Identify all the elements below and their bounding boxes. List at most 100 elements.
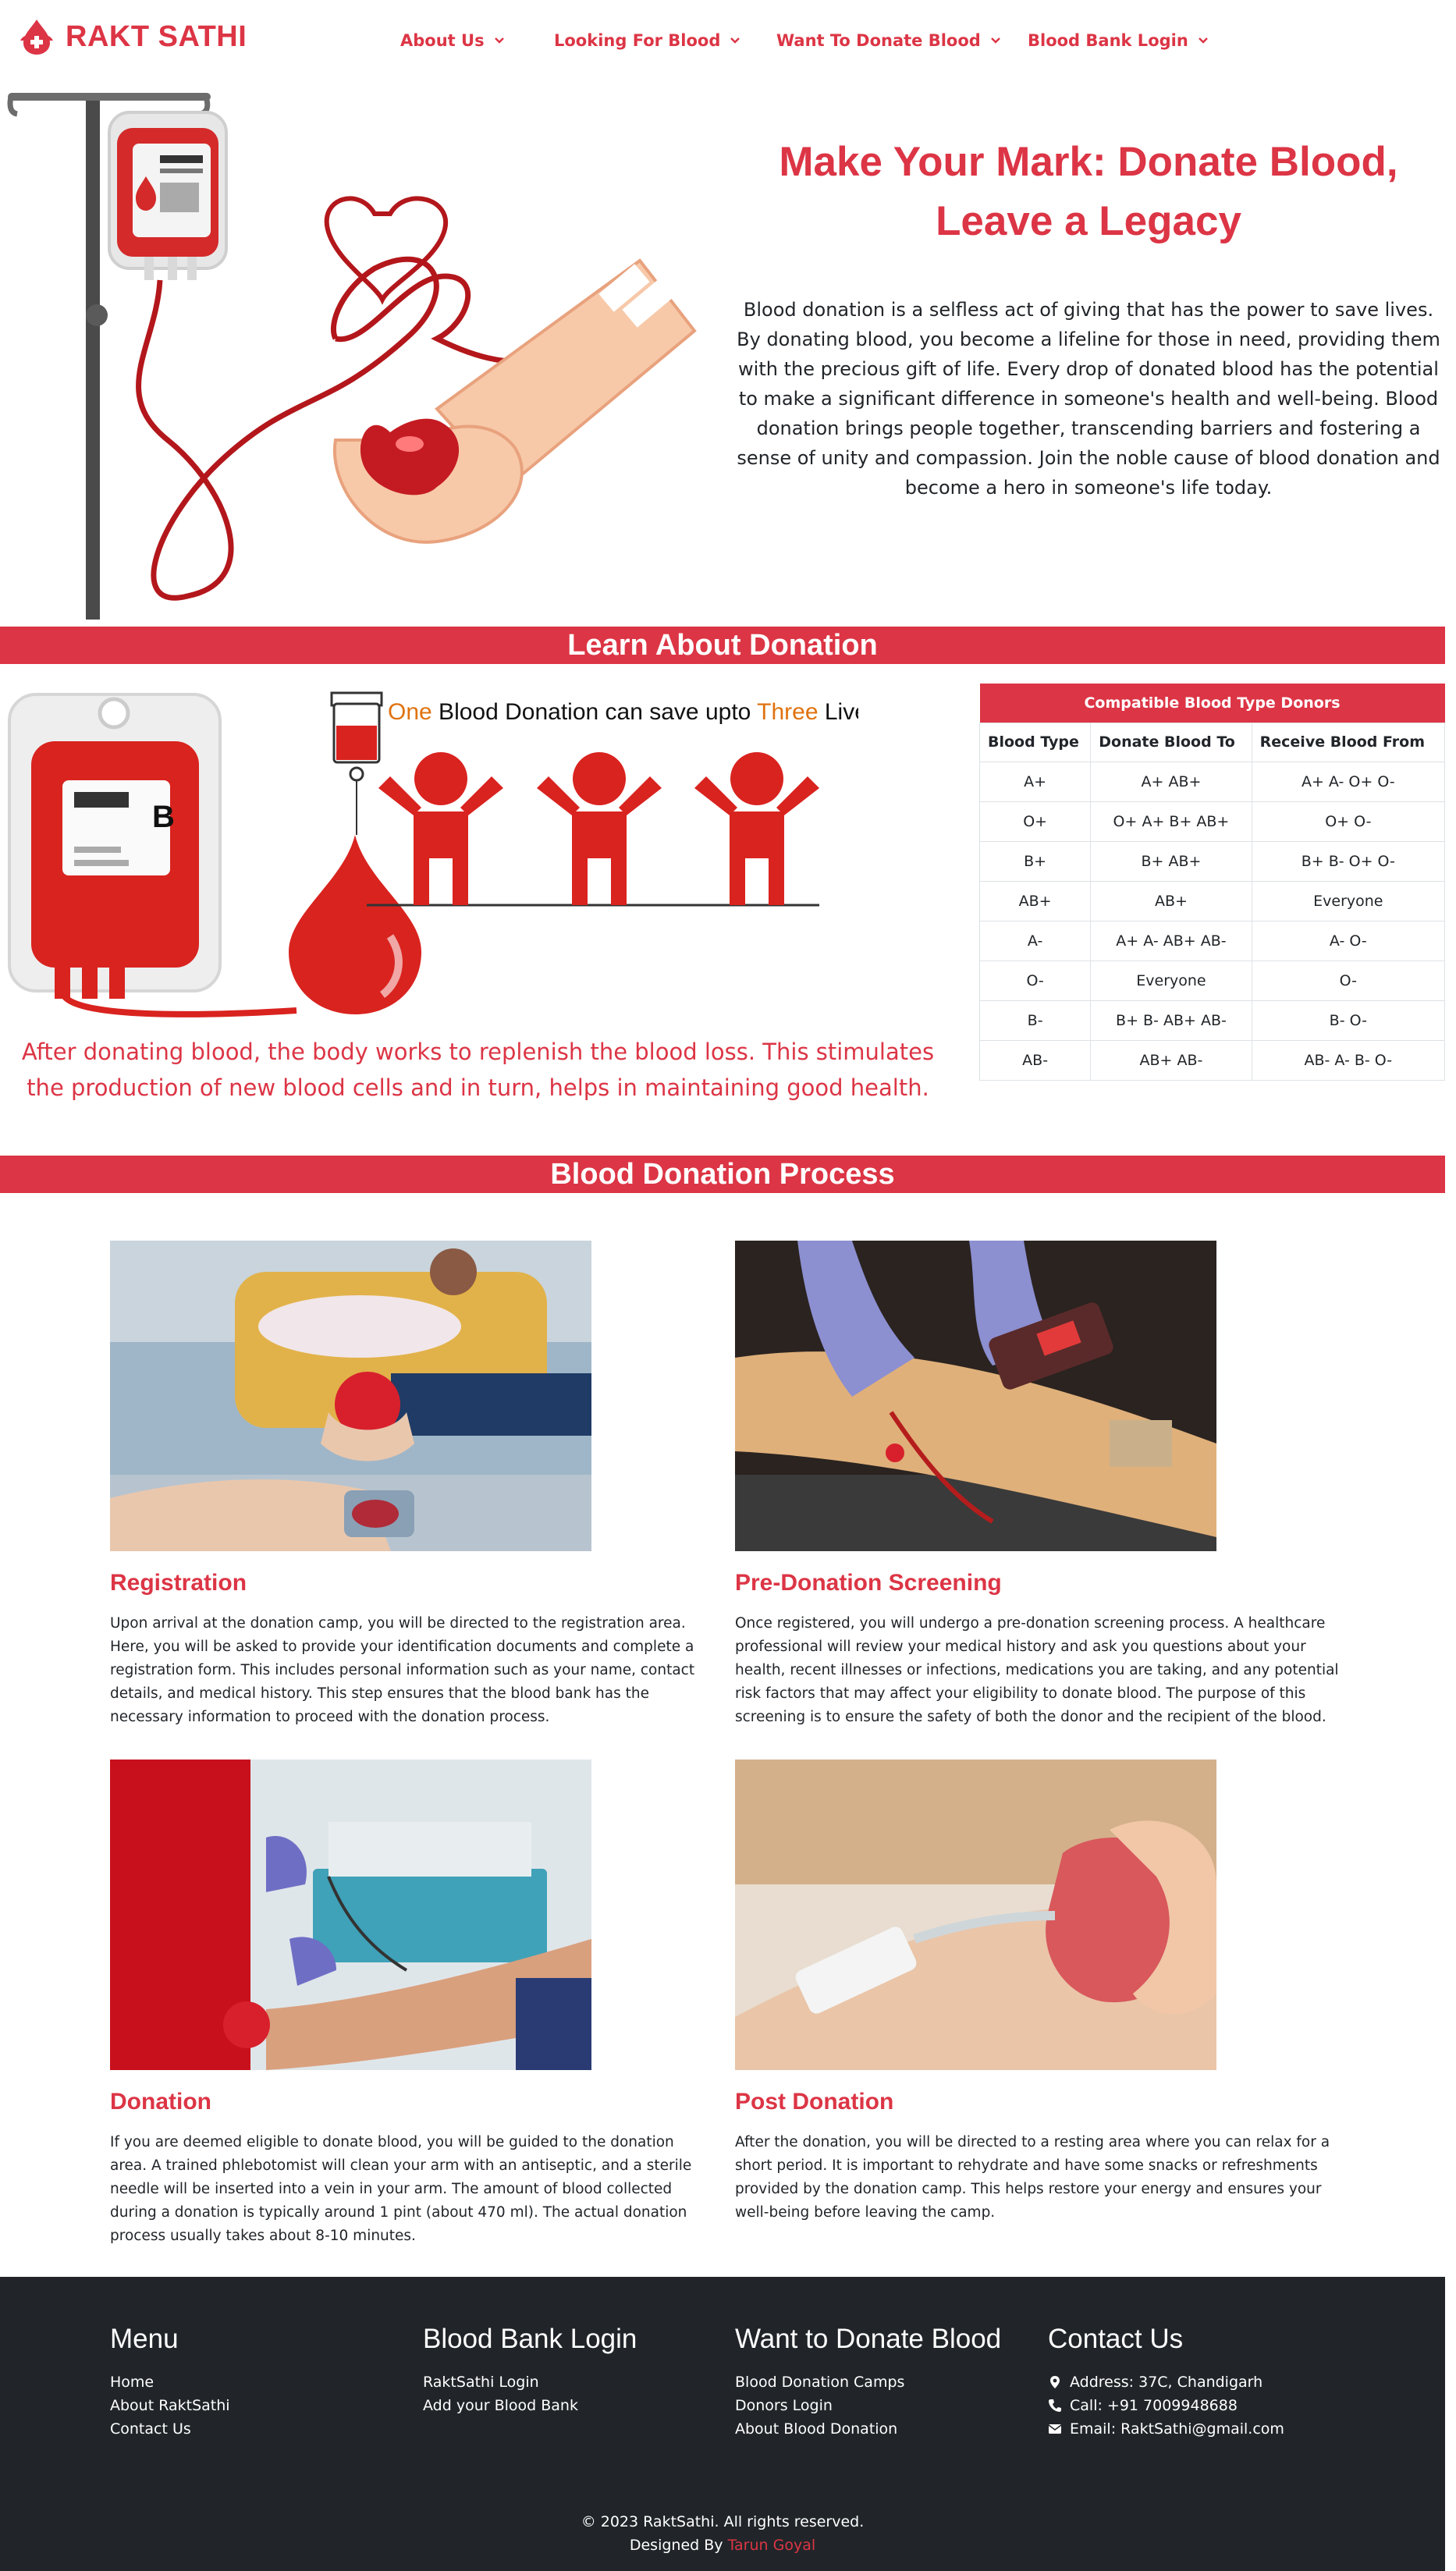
footer-menu-column: Menu Home About RaktSathi Contact Us <box>110 2324 230 2441</box>
table-row: B+ B+ AB+ B+ B- O+ O- <box>978 840 1446 882</box>
step-text-donation: If you are deemed eligible to donate blo… <box>110 2134 692 2244</box>
envelope-icon <box>1048 2424 1062 2434</box>
infographic-word-one: One <box>388 699 432 725</box>
table-cell: B+ B- O+ O- <box>1251 840 1446 882</box>
post-donation-photo <box>735 1760 1216 2070</box>
table-row: AB+ AB+ Everyone <box>978 880 1446 922</box>
table-cell: Everyone <box>1090 960 1252 1001</box>
hero-title: Make Your Mark: Donate Blood, Leave a Le… <box>779 139 1398 244</box>
table-cell: AB+ AB- <box>1090 1039 1252 1081</box>
step-title-post-donation: Post Donation <box>735 2089 894 2115</box>
learn-about-donation-heading: Learn About Donation <box>0 627 1445 664</box>
hero-illustration <box>7 93 697 620</box>
footer-menu-title: Menu <box>110 2324 179 2354</box>
footer-donate-title: Want to Donate Blood <box>735 2324 1002 2354</box>
step-text-pre-donation-screening: Once registered, you will undergo a pre-… <box>735 1615 1339 1725</box>
designed-by-label: Designed By <box>629 2537 728 2554</box>
nav-looking-for-blood-label: Looking For Blood <box>554 31 721 50</box>
table-cell: AB+ <box>978 880 1092 922</box>
footer-address: Address: 37C, Chandigarh <box>1048 2370 1284 2394</box>
table-cell: O- <box>978 960 1092 1001</box>
footer-link-add-blood-bank[interactable]: Add your Blood Bank <box>423 2394 637 2417</box>
step-title-registration: Registration <box>110 1570 247 1596</box>
brand-link[interactable]: RAKT SATHI <box>19 17 247 56</box>
table-caption: Compatible Blood Type Donors <box>979 684 1445 723</box>
blood-type-table: Compatible Blood Type Donors Blood Type … <box>978 684 1446 1081</box>
table-cell: B- O- <box>1251 1000 1446 1041</box>
table-cell: B+ <box>978 840 1092 882</box>
footer-copyright: © 2023 RaktSathi. All rights reserved. D… <box>0 2510 1445 2557</box>
table-cell: O+ A+ B+ AB+ <box>1090 801 1252 842</box>
chevron-down-icon <box>494 37 504 44</box>
footer-link-about-blood-donation[interactable]: About Blood Donation <box>735 2417 1001 2441</box>
nav-looking-for-blood[interactable]: Looking For Blood <box>554 31 740 50</box>
step-title-pre-donation-screening: Pre-Donation Screening <box>735 1570 1002 1596</box>
navbar: RAKT SATHI About Us Looking For Blood Wa… <box>0 0 1456 81</box>
table-cell: A+ AB+ <box>1090 761 1252 802</box>
table-row: A+ A+ AB+ A+ A- O+ O- <box>978 761 1446 802</box>
footer-link-raktsathi-login[interactable]: RaktSathi Login <box>423 2370 637 2394</box>
nav-blood-bank-login[interactable]: Blood Bank Login <box>1028 31 1209 50</box>
table-cell: AB+ <box>1090 880 1252 922</box>
footer-donate-column: Want to Donate Blood Blood Donation Camp… <box>735 2324 1001 2441</box>
nav-about-us[interactable]: About Us <box>400 31 505 50</box>
chevron-down-icon <box>1198 37 1208 44</box>
table-cell: A+ <box>978 761 1092 802</box>
step-title-donation: Donation <box>110 2089 211 2115</box>
table-row: O- Everyone O- <box>978 960 1446 1001</box>
hero-description: Blood donation is a selfless act of givi… <box>737 299 1440 499</box>
phone-icon <box>1049 2399 1061 2412</box>
infographic-end-text: Lives <box>819 699 858 725</box>
svg-text:One Blood Donation can save up: One Blood Donation can save upto Three L… <box>388 699 858 725</box>
footer-bank-title: Blood Bank Login <box>423 2324 637 2354</box>
learn-caption: After donating blood, the body works to … <box>21 1039 935 1101</box>
table-cell: B+ AB+ <box>1090 840 1252 882</box>
designer-link[interactable]: Tarun Goyal <box>728 2537 816 2554</box>
chevron-down-icon <box>990 37 1000 44</box>
footer-link-about[interactable]: About RaktSathi <box>110 2394 230 2417</box>
footer-link-donors-login[interactable]: Donors Login <box>735 2394 1001 2417</box>
footer-link-donation-camps[interactable]: Blood Donation Camps <box>735 2370 1001 2394</box>
designed-by-line: Designed By Tarun Goyal <box>0 2534 1445 2557</box>
bag-blood-type-label: B <box>152 800 175 834</box>
footer-link-contact[interactable]: Contact Us <box>110 2417 230 2441</box>
pre-donation-screening-photo <box>735 1241 1216 1551</box>
footer-email[interactable]: Email: RaktSathi@gmail.com <box>1048 2417 1284 2441</box>
footer-bank-column: Blood Bank Login RaktSathi Login Add you… <box>423 2324 637 2417</box>
table-header-blood-type: Blood Type <box>978 722 1092 762</box>
blood-drop-logo-icon <box>20 20 53 55</box>
infographic-middle-text: Blood Donation can save upto <box>432 699 757 725</box>
footer-contact-title: Contact Us <box>1048 2324 1184 2354</box>
table-row: B- B+ B- AB+ AB- B- O- <box>978 1000 1446 1041</box>
table-row: A- A+ A- AB+ AB- A- O- <box>978 920 1446 961</box>
footer-link-home[interactable]: Home <box>110 2370 230 2394</box>
chevron-down-icon <box>730 37 740 44</box>
table-cell: Everyone <box>1251 880 1446 922</box>
step-text-registration: Upon arrival at the donation camp, you w… <box>110 1615 695 1725</box>
footer-phone-text: Call: +91 7009948688 <box>1070 2397 1238 2414</box>
footer-contact-column: Contact Us Address: 37C, Chandigarh Call… <box>1048 2324 1284 2441</box>
table-header-receive-from: Receive Blood From <box>1251 722 1446 762</box>
brand-name: RAKT SATHI <box>66 20 247 53</box>
blood-donation-process-heading: Blood Donation Process <box>0 1156 1445 1193</box>
map-marker-icon <box>1050 2376 1060 2388</box>
table-row: O+ O+ A+ B+ AB+ O+ O- <box>978 801 1446 842</box>
table-cell: B+ B- AB+ AB- <box>1090 1000 1252 1041</box>
table-cell: O+ O- <box>1251 801 1446 842</box>
copyright-text: © 2023 RaktSathi. All rights reserved. <box>581 2513 865 2530</box>
table-cell: A- O- <box>1251 920 1446 961</box>
footer-address-text: Address: 37C, Chandigarh <box>1070 2374 1263 2391</box>
table-cell: A- <box>978 920 1092 961</box>
nav-about-us-label: About Us <box>400 31 485 50</box>
footer-email-text: Email: RaktSathi@gmail.com <box>1070 2420 1284 2438</box>
table-cell: AB- A- B- O- <box>1251 1039 1446 1081</box>
table-cell: AB- <box>978 1039 1092 1081</box>
footer-phone[interactable]: Call: +91 7009948688 <box>1048 2394 1284 2417</box>
step-text-post-donation: After the donation, you will be directed… <box>735 2134 1330 2221</box>
nav-want-to-donate-label: Want To Donate Blood <box>776 31 981 50</box>
table-header-donate-to: Donate Blood To <box>1090 722 1252 762</box>
registration-photo <box>110 1241 591 1551</box>
nav-blood-bank-login-label: Blood Bank Login <box>1028 31 1188 50</box>
table-cell: A+ A- AB+ AB- <box>1090 920 1252 961</box>
nav-want-to-donate[interactable]: Want To Donate Blood <box>776 31 1001 50</box>
